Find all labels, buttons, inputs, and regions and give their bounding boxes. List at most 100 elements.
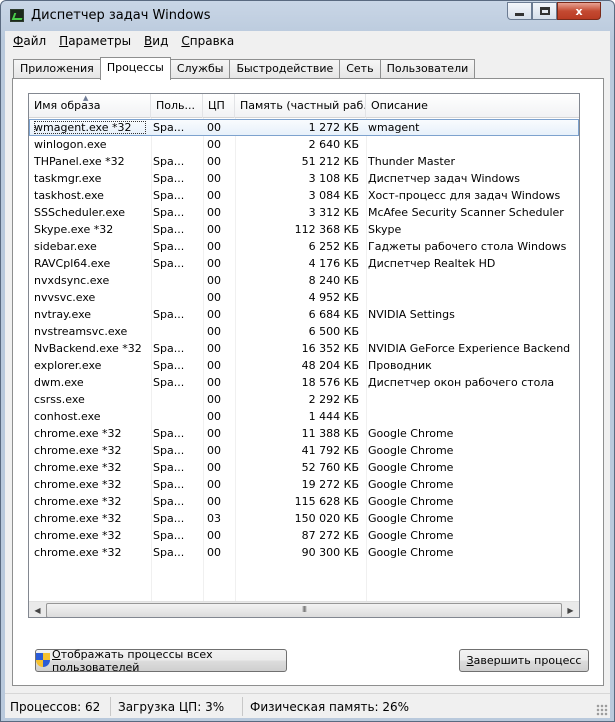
process-cpu: 00 [207,172,221,185]
process-row[interactable]: THPanel.exe *32 Spa... 00 51 212 КБ Thunder … [29,153,579,170]
process-row[interactable]: chrome.exe *32 Spa... 00 11 388 КБ Google Ch… [29,425,579,442]
process-description: McAfee Security Scanner Scheduler [368,206,564,219]
process-row[interactable]: nvvsvc.exe 00 4 952 КБ [29,289,579,306]
process-user: Spa... [153,529,185,542]
process-user: Spa... [153,257,185,270]
process-list[interactable]: ▲ Имя образа Поль... ЦП Память (частный … [28,93,580,618]
process-row[interactable]: nvtray.exe Spa... 00 6 684 КБ NVIDIA Setting… [29,306,579,323]
process-name: sidebar.exe [34,240,97,253]
process-row[interactable]: taskhost.exe Spa... 00 3 084 КБ Хост-процесс… [29,187,579,204]
end-process-button[interactable]: Завершить процесс [459,649,589,672]
resize-grip-icon[interactable] [596,704,608,716]
process-row[interactable]: chrome.exe *32 Spa... 00 87 272 КБ Google Ch… [29,527,579,544]
column-description[interactable]: Описание [366,94,579,118]
minimize-button[interactable] [507,2,532,20]
process-user: Spa... [153,308,185,321]
menu-file[interactable]: Файл [5,34,51,48]
close-button[interactable]: x [557,2,601,20]
process-rows: wmagent.exe *32 Spa... 00 1 272 КБ wmagent wi… [29,119,579,561]
process-row[interactable]: chrome.exe *32 Spa... 00 41 792 КБ Google Ch… [29,442,579,459]
process-row[interactable]: chrome.exe *32 Spa... 00 115 628 КБ Google C… [29,493,579,510]
tab-users[interactable]: Пользователи [379,59,476,79]
process-row[interactable]: chrome.exe *32 Spa... 03 150 020 КБ Google C… [29,510,579,527]
process-name: csrss.exe [34,393,85,406]
menu-view[interactable]: Вид [136,34,173,48]
title-bar[interactable]: Диспетчер задач Windows x [1,1,614,31]
tab-applications[interactable]: Приложения [13,59,101,79]
process-row[interactable]: Skype.exe *32 Spa... 00 112 368 КБ Skype [29,221,579,238]
process-memory: 16 352 КБ [301,342,359,355]
process-row[interactable]: dwm.exe Spa... 00 18 576 КБ Диспетчер окон р… [29,374,579,391]
process-name: winlogon.exe [34,138,107,151]
menu-help[interactable]: Справка [173,34,239,48]
process-row[interactable]: chrome.exe *32 Spa... 00 52 760 КБ Google Ch… [29,459,579,476]
process-cpu: 00 [207,546,221,559]
tab-networking[interactable]: Сеть [339,59,381,79]
horizontal-scrollbar[interactable]: ◀ III ▶ [29,601,579,617]
process-user: Spa... [153,189,185,202]
process-memory: 90 300 КБ [301,546,359,559]
process-row[interactable]: conhost.exe 00 1 444 КБ [29,408,579,425]
window-title: Диспетчер задач Windows [31,8,211,23]
process-name: chrome.exe *32 [34,512,122,525]
process-description: Google Chrome [368,495,454,508]
process-row[interactable]: taskmgr.exe Spa... 00 3 108 КБ Диспетчер зад… [29,170,579,187]
close-icon: x [575,4,583,18]
process-memory: 18 576 КБ [301,376,359,389]
tab-services[interactable]: Службы [169,59,231,79]
status-cpu-usage: Загрузка ЦП: 3% [113,697,243,716]
process-name: taskhost.exe [34,189,104,202]
process-memory: 1 444 КБ [308,410,359,423]
process-description: Skype [368,223,402,236]
tab-processes[interactable]: Процессы [99,57,171,80]
process-row[interactable]: nvxdsync.exe 00 8 240 КБ [29,272,579,289]
process-cpu: 00 [207,189,221,202]
column-user[interactable]: Поль... [151,94,203,118]
process-memory: 48 204 КБ [301,359,359,372]
process-name: chrome.exe *32 [34,546,122,559]
process-cpu: 00 [207,240,221,253]
process-name: dwm.exe [34,376,84,389]
process-memory: 87 272 КБ [301,529,359,542]
process-cpu: 00 [207,325,221,338]
menu-options[interactable]: Параметры [51,34,136,48]
process-memory: 2 640 КБ [308,138,359,151]
process-row[interactable]: csrss.exe 00 2 292 КБ [29,391,579,408]
column-memory[interactable]: Память (частный раб... [235,94,366,118]
scroll-left-icon[interactable]: ◀ [29,602,46,617]
process-cpu: 00 [207,342,221,355]
process-cpu: 00 [207,478,221,491]
process-name: NvBackend.exe *32 [34,342,142,355]
process-row[interactable]: nvstreamsvc.exe 00 6 500 КБ [29,323,579,340]
process-description: Google Chrome [368,478,454,491]
process-cpu: 00 [207,410,221,423]
process-name: SSScheduler.exe [34,206,126,219]
process-user: Spa... [153,512,185,525]
process-row[interactable]: chrome.exe *32 Spa... 00 19 272 КБ Google Ch… [29,476,579,493]
process-description: NVIDIA Settings [368,308,455,321]
process-cpu: 00 [207,359,221,372]
process-row[interactable]: NvBackend.exe *32 Spa... 00 16 352 КБ NVIDIA… [29,340,579,357]
process-row[interactable]: explorer.exe Spa... 00 48 204 КБ Проводник [29,357,579,374]
menu-bar: Файл Параметры Вид Справка [5,31,610,51]
process-row[interactable]: chrome.exe *32 Spa... 00 90 300 КБ Google Ch… [29,544,579,561]
process-memory: 2 292 КБ [308,393,359,406]
process-row[interactable]: sidebar.exe Spa... 00 6 252 КБ Гаджеты рабоч… [29,238,579,255]
process-user: Spa... [153,240,185,253]
process-memory: 6 252 КБ [308,240,359,253]
column-image-name[interactable]: ▲ Имя образа [29,94,151,118]
process-cpu: 00 [207,257,221,270]
scroll-thumb[interactable]: III [46,603,562,617]
process-row[interactable]: wmagent.exe *32 Spa... 00 1 272 КБ wmagent [29,119,579,136]
process-row[interactable]: SSScheduler.exe Spa... 00 3 312 КБ McAfee Se… [29,204,579,221]
show-all-processes-button[interactable]: Отображать процессы всех пользователей [35,648,287,674]
tab-performance[interactable]: Быстродействие [229,59,341,79]
scroll-right-icon[interactable]: ▶ [562,602,579,617]
process-description: Диспетчер Realtek HD [368,257,496,270]
process-row[interactable]: winlogon.exe 00 2 640 КБ [29,136,579,153]
maximize-icon [539,7,550,15]
maximize-button[interactable] [532,2,557,20]
process-row[interactable]: RAVCpl64.exe Spa... 00 4 176 КБ Диспетчер Re… [29,255,579,272]
column-cpu[interactable]: ЦП [203,94,235,118]
process-user: Spa... [153,376,185,389]
